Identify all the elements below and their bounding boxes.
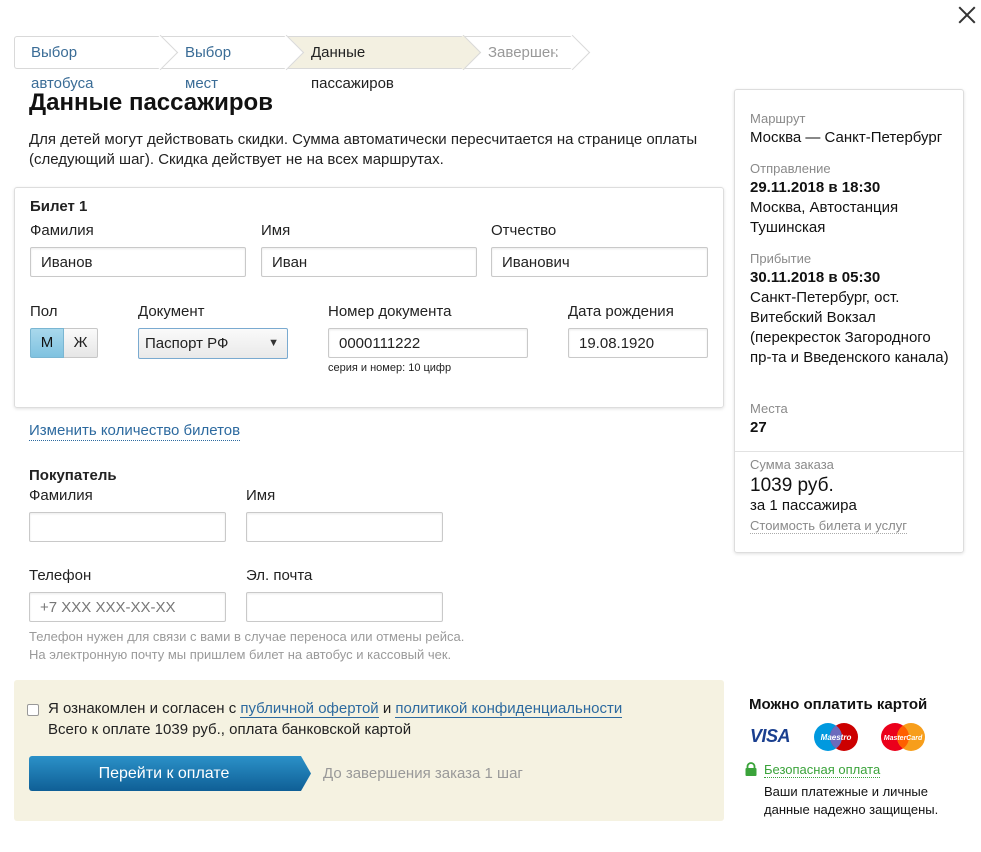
arrival-place: Санкт-Петербург, ост. Витебский Вокзал (… <box>750 289 949 366</box>
maestro-logo: Maestro <box>814 723 858 751</box>
secure-payment-link[interactable]: Безопасная оплата <box>764 762 881 778</box>
document-label: Документ <box>138 303 205 320</box>
maestro-logo-text: Maestro <box>821 733 852 742</box>
sum-per-passenger: за 1 пассажира <box>750 497 857 514</box>
secure-note-line1: Ваши платежные и личные <box>764 784 928 799</box>
agree-prefix: Я ознакомлен и согласен с <box>48 700 237 717</box>
departure-place: Москва, Автостанция Тушинская <box>750 199 899 236</box>
name-input[interactable] <box>261 247 477 277</box>
agree-and: и <box>382 700 392 717</box>
route-label: Маршрут <box>750 111 806 126</box>
departure-label: Отправление <box>750 161 831 176</box>
doc-number-input[interactable] <box>328 328 528 358</box>
patronymic-input[interactable] <box>491 247 708 277</box>
step-seat-selection[interactable]: Выбор мест <box>161 36 287 92</box>
step-passenger-data: Данные пассажиров <box>287 36 464 92</box>
public-offer-link[interactable]: публичной офертой <box>240 700 379 718</box>
change-tickets-link[interactable]: Изменить количество билетов <box>29 421 241 441</box>
birth-date-input[interactable] <box>568 328 708 358</box>
route-value: Москва — Санкт-Петербург <box>750 129 943 146</box>
document-select[interactable]: Паспорт РФ ▼ <box>138 328 288 359</box>
surname-input[interactable] <box>30 247 246 277</box>
phone-input[interactable] <box>29 592 226 622</box>
lock-icon <box>745 762 757 776</box>
confirm-box: Я ознакомлен и согласен с публичной офер… <box>14 680 724 821</box>
total-text: Всего к оплате 1039 руб., оплата банковс… <box>48 721 412 738</box>
go-to-payment-button[interactable]: Перейти к оплате <box>29 756 311 791</box>
buyer-note-email: На электронную почту мы пришлем билет на… <box>29 647 452 662</box>
intro-text: Для детей могут действовать скидки. Сумм… <box>29 131 698 168</box>
visa-logo: VISA <box>750 726 791 746</box>
doc-number-hint: серия и номер: 10 цифр <box>328 362 452 374</box>
mastercard-logo: MasterCard <box>881 723 925 751</box>
email-input[interactable] <box>246 592 443 622</box>
email-label: Эл. почта <box>246 567 313 584</box>
buyer-name-input[interactable] <box>246 512 443 542</box>
gender-toggle: М Ж <box>30 328 98 358</box>
buyer-surname-label: Фамилия <box>29 487 93 504</box>
mastercard-logo-text: MasterCard <box>884 735 923 742</box>
chevron-down-icon: ▼ <box>268 337 279 349</box>
agree-text: Я ознакомлен и согласен с публичной офер… <box>48 700 623 718</box>
sum-label: Сумма заказа <box>750 457 834 472</box>
ticket-cost-link[interactable]: Стоимость билета и услуг <box>750 518 907 534</box>
sum-value: 1039 руб. <box>750 475 834 496</box>
buyer-surname-input[interactable] <box>29 512 226 542</box>
doc-number-label: Номер документа <box>328 303 452 320</box>
patronymic-label: Отчество <box>491 222 557 239</box>
gender-female-button[interactable]: Ж <box>64 328 98 358</box>
arrival-label: Прибытие <box>750 251 812 266</box>
ticket-card <box>14 187 724 408</box>
privacy-policy-link[interactable]: политикой конфиденциальности <box>395 700 623 718</box>
name-label: Имя <box>261 222 291 239</box>
close-icon[interactable] <box>956 4 978 26</box>
buyer-contact-note: Телефон нужен для связи с вами в случае … <box>29 628 464 664</box>
card-payment-title: Можно оплатить картой <box>749 696 928 713</box>
secure-note-line2: данные надежно защищены. <box>764 802 939 817</box>
departure-datetime: 29.11.2018 в 18:30 <box>750 179 881 196</box>
agree-checkbox[interactable] <box>27 704 39 716</box>
gender-label: Пол <box>30 303 58 320</box>
page-title: Данные пассажиров <box>29 89 273 116</box>
document-select-value: Паспорт РФ <box>145 335 229 352</box>
seats-label: Места <box>750 401 788 416</box>
step-bus-selection[interactable]: Выбор автобуса <box>14 36 161 92</box>
summary-divider <box>735 451 963 452</box>
gender-male-button[interactable]: М <box>30 328 64 358</box>
arrival-datetime: 30.11.2018 в 05:30 <box>750 269 881 286</box>
ticket-title: Билет 1 <box>30 198 88 215</box>
breadcrumb: Выбор автобуса Выбор мест Данные пассажи… <box>14 36 575 92</box>
birth-date-label: Дата рождения <box>568 303 674 320</box>
steps-left-text: До завершения заказа 1 шаг <box>323 765 523 782</box>
secure-payment-note: Ваши платежные и личные данные надежно з… <box>764 783 938 819</box>
phone-label: Телефон <box>29 567 92 584</box>
surname-label: Фамилия <box>30 222 94 239</box>
seats-value: 27 <box>750 419 767 436</box>
buyer-name-label: Имя <box>246 487 276 504</box>
order-summary: Маршрут Москва — Санкт-Петербург Отправл… <box>734 89 964 553</box>
buyer-title: Покупатель <box>29 467 117 484</box>
buyer-note-phone: Телефон нужен для связи с вами в случае … <box>29 629 465 644</box>
